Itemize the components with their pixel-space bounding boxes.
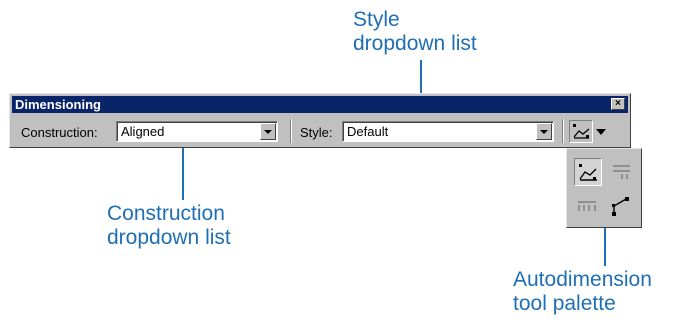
autodimension-tool-palette xyxy=(566,148,642,228)
callout-line-2: dropdown list xyxy=(107,226,231,249)
horizontal-dimension-icon xyxy=(578,201,596,211)
construction-label: Construction: xyxy=(21,125,98,140)
construction-value: Aligned xyxy=(121,124,165,139)
palette-tool-vertex[interactable] xyxy=(608,193,636,221)
chevron-down-icon xyxy=(540,130,548,134)
style-dropdown-callout: Style dropdown list xyxy=(353,8,477,56)
palette-tool-horizontal[interactable] xyxy=(574,193,602,221)
construction-dropdown-callout: Construction dropdown list xyxy=(107,202,231,250)
style-dropdown[interactable]: Default xyxy=(342,121,554,142)
toolbar-separator xyxy=(290,119,292,143)
autodimension-leader-line xyxy=(604,228,606,266)
callout-line-1: Autodimension xyxy=(513,268,652,291)
callout-line-2: tool palette xyxy=(513,292,616,315)
style-dropdown-arrow[interactable] xyxy=(536,123,552,140)
construction-leader-line xyxy=(182,148,184,200)
autodimension-tool-button[interactable] xyxy=(569,120,593,143)
callout-line-2: dropdown list xyxy=(353,32,477,55)
style-value: Default xyxy=(347,124,389,139)
vertex-dimension-icon xyxy=(612,197,629,216)
dimensioning-toolbar: Dimensioning × Construction: Aligned Sty… xyxy=(9,93,631,148)
chevron-down-icon xyxy=(264,130,272,134)
callout-line-1: Construction xyxy=(107,202,225,225)
parallel-dimension-icon xyxy=(613,165,630,179)
construction-dropdown[interactable]: Aligned xyxy=(116,121,278,142)
close-button[interactable]: × xyxy=(611,98,625,110)
aligned-dimension-icon xyxy=(573,124,590,139)
autodimension-palette-callout: Autodimension tool palette xyxy=(513,268,652,316)
palette-tool-parallel[interactable] xyxy=(608,158,636,186)
palette-tool-aligned[interactable] xyxy=(574,158,602,186)
style-label: Style: xyxy=(300,125,333,140)
toolbar-separator xyxy=(562,119,564,143)
callout-line-1: Style xyxy=(353,8,400,31)
toolbar-title: Dimensioning xyxy=(15,97,101,112)
aligned-dimension-icon xyxy=(579,164,597,181)
toolbar-titlebar[interactable]: Dimensioning × xyxy=(12,96,628,113)
autodimension-dropdown-arrow[interactable] xyxy=(594,120,608,143)
close-icon: × xyxy=(615,98,621,109)
chevron-down-icon xyxy=(596,129,606,135)
construction-dropdown-arrow[interactable] xyxy=(260,123,276,140)
